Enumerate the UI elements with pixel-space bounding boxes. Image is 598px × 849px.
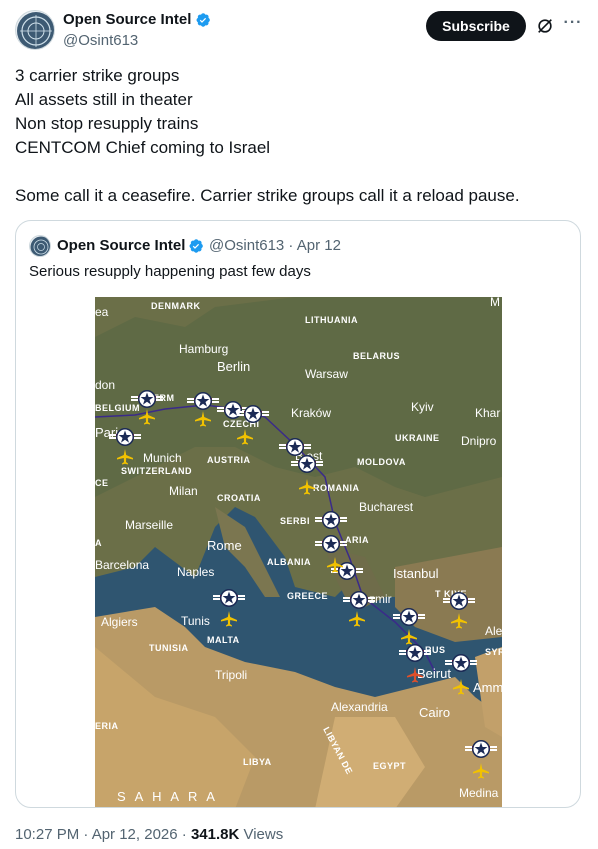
map-label-greece: GREECE bbox=[287, 591, 328, 601]
tweet-header: Open Source Intel @Osint613 Subscribe ··… bbox=[15, 9, 583, 53]
flight-map-image[interactable]: DENMARK LITHUANIA M ea Hamburg Berlin BE… bbox=[95, 297, 502, 807]
map-label-alexandria: Alexandria bbox=[331, 700, 388, 714]
map-label-berlin: Berlin bbox=[217, 359, 250, 374]
tweet-line: Non stop resupply trains bbox=[15, 114, 199, 133]
map-label-istanbul: Istanbul bbox=[393, 566, 439, 581]
author-handle[interactable]: @Osint613 bbox=[63, 32, 138, 49]
quoted-author-name[interactable]: Open Source Intel bbox=[57, 237, 185, 254]
tweet-footer: 10:27 PM · Apr 12, 2026 · 341.8K Views bbox=[15, 826, 283, 843]
map-label-marseille: Marseille bbox=[125, 518, 173, 532]
map-label-malta: MALTA bbox=[207, 635, 240, 645]
map-label-romania: ROMANIA bbox=[313, 483, 360, 493]
post-timestamp[interactable]: 10:27 PM · Apr 12, 2026 · bbox=[15, 826, 191, 843]
map-label-m: M bbox=[490, 297, 500, 309]
map-label-sahara: S A H A R A bbox=[117, 789, 218, 804]
map-label-albania: ALBANIA bbox=[267, 557, 311, 567]
map-label-amman: Amm bbox=[473, 680, 502, 695]
tweet-line: CENTCOM Chief coming to Israel bbox=[15, 138, 271, 157]
map-label-krakow: Kraków bbox=[291, 406, 331, 420]
author-name[interactable]: Open Source Intel bbox=[63, 11, 191, 28]
quoted-text: Serious resupply happening past few days bbox=[29, 263, 311, 280]
map-label-denmark: DENMARK bbox=[151, 301, 201, 311]
map-label-croatia: CROATIA bbox=[217, 493, 261, 503]
quoted-handle-date[interactable]: @Osint613 · Apr 12 bbox=[209, 237, 341, 254]
map-label-munich: Munich bbox=[143, 451, 182, 465]
map-label-switzerland: SWITZERLAND bbox=[121, 466, 192, 476]
map-label-belarus: BELARUS bbox=[353, 351, 400, 361]
map-label-tunisia: TUNISIA bbox=[149, 643, 189, 653]
map-label-cairo: Cairo bbox=[419, 705, 450, 720]
map-label-rome: Rome bbox=[207, 538, 242, 553]
map-label-naples: Naples bbox=[177, 565, 214, 579]
map-label-algiers: Algiers bbox=[101, 615, 138, 629]
tweet-text: 3 carrier strike groups All assets still… bbox=[15, 64, 575, 208]
map-label-moldova: MOLDOVA bbox=[357, 457, 406, 467]
map-label-libya: LIBYA bbox=[243, 757, 272, 767]
map-label-tripoli: Tripoli bbox=[215, 668, 247, 682]
map-label-egypt: EGYPT bbox=[373, 761, 406, 771]
quoted-tweet[interactable]: Open Source Intel @Osint613 · Apr 12 Ser… bbox=[15, 220, 581, 808]
map-label-beirut: Beirut bbox=[417, 666, 451, 681]
map-label-bulgaria: ARIA bbox=[345, 535, 369, 545]
map-label-aleppo: Ale bbox=[485, 624, 502, 638]
verified-badge-icon bbox=[196, 13, 210, 27]
map-label-warsaw: Warsaw bbox=[305, 367, 348, 381]
map-label-belgium: BELGIUM bbox=[95, 403, 140, 413]
map-label-syria: SYR bbox=[485, 647, 502, 657]
map-label-ce: CE bbox=[95, 478, 109, 488]
map-label-ukraine: UKRAINE bbox=[395, 433, 440, 443]
map-label-serbia: SERBI bbox=[280, 516, 310, 526]
more-options-icon[interactable]: ··· bbox=[563, 13, 583, 33]
map-label-algeria: ERIA bbox=[95, 721, 119, 731]
author-avatar[interactable] bbox=[15, 10, 55, 50]
views-label: Views bbox=[239, 826, 284, 843]
tweet-line: 3 carrier strike groups bbox=[15, 66, 180, 85]
quoted-author-avatar[interactable] bbox=[29, 235, 51, 257]
map-label-a: A bbox=[95, 538, 102, 548]
tweet-line: All assets still in theater bbox=[15, 90, 193, 109]
map-label-kyiv: Kyiv bbox=[411, 400, 434, 414]
map-label-hamburg: Hamburg bbox=[179, 342, 228, 356]
map-label-lithuania: LITHUANIA bbox=[305, 315, 358, 325]
map-label-milan: Milan bbox=[169, 484, 198, 498]
tweet-line: Some call it a ceasefire. Carrier strike… bbox=[15, 186, 520, 205]
map-label-barcelona: Barcelona bbox=[95, 558, 149, 572]
map-label-dnipro: Dnipro bbox=[461, 434, 497, 448]
map-label-ea: ea bbox=[95, 305, 109, 319]
map-label-kharkiv: Khar bbox=[475, 406, 500, 420]
map-label-bucharest: Bucharest bbox=[359, 500, 414, 514]
verified-badge-icon bbox=[189, 239, 203, 253]
map-label-austria: AUSTRIA bbox=[207, 455, 251, 465]
views-count: 341.8K bbox=[190, 826, 240, 843]
map-label-medina: Medina bbox=[459, 786, 499, 800]
subscribe-button[interactable]: Subscribe bbox=[426, 11, 526, 41]
grok-icon[interactable] bbox=[536, 17, 554, 35]
map-label-don: don bbox=[95, 378, 115, 392]
map-label-tunis: Tunis bbox=[181, 614, 210, 628]
